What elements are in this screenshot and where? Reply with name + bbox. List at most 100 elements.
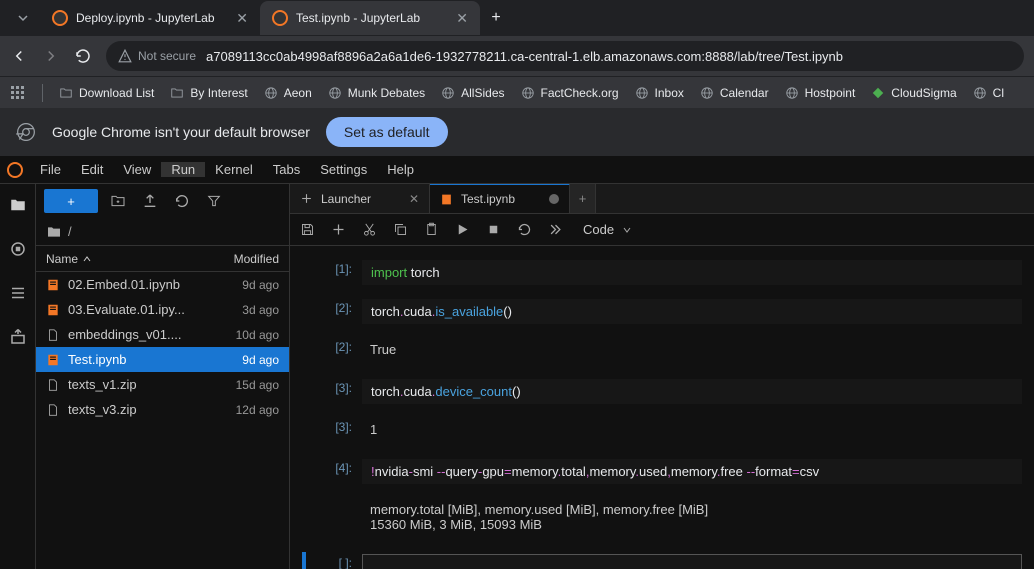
browser-tab-0[interactable]: Deploy.ipynb - JupyterLab✕ <box>40 1 260 35</box>
tab-icon <box>300 192 313 205</box>
url-input[interactable]: Not secure a7089113cc0ab4998af8896a2a6a1… <box>106 41 1024 71</box>
paste-button[interactable] <box>422 220 441 239</box>
file-name: 03.Evaluate.01.ipy... <box>68 302 215 317</box>
menu-edit[interactable]: Edit <box>71 162 113 177</box>
code-cell[interactable]: [1]:import torch <box>290 258 1034 287</box>
sort-by-modified[interactable]: Modified <box>209 246 289 271</box>
cell-body: memory.total [MiB], memory.used [MiB], m… <box>362 498 1022 536</box>
restart-button[interactable] <box>515 220 534 239</box>
security-label: Not secure <box>138 49 196 63</box>
address-bar: Not secure a7089113cc0ab4998af8896a2a6a1… <box>0 36 1034 76</box>
new-tab-button[interactable]: + <box>482 4 510 32</box>
chrome-icon <box>16 122 36 142</box>
toc-tab[interactable] <box>5 280 31 306</box>
bookmark-by-interest[interactable]: By Interest <box>170 86 247 100</box>
upload-button[interactable] <box>138 189 162 213</box>
folder-icon <box>170 86 184 100</box>
add-tab-button[interactable]: + <box>570 184 596 213</box>
bookmark-calendar[interactable]: Calendar <box>700 86 769 100</box>
bookmark-download-list[interactable]: Download List <box>59 86 154 100</box>
back-button[interactable] <box>10 47 28 65</box>
cell-body[interactable]: import torch <box>362 260 1022 285</box>
notebook-icon <box>46 353 62 367</box>
file-row[interactable]: Test.ipynb9d ago <box>36 347 289 372</box>
menu-kernel[interactable]: Kernel <box>205 162 263 177</box>
tab-search-dropdown[interactable] <box>8 3 38 33</box>
sort-by-name[interactable]: Name <box>36 246 209 271</box>
bookmark-factcheck-org[interactable]: FactCheck.org <box>521 86 619 100</box>
menu-settings[interactable]: Settings <box>310 162 377 177</box>
bookmark-cloudsigma[interactable]: CloudSigma <box>871 86 956 100</box>
bookmark-inbox[interactable]: Inbox <box>635 86 684 100</box>
menu-help[interactable]: Help <box>377 162 424 177</box>
copy-button[interactable] <box>391 220 410 239</box>
menu-run[interactable]: Run <box>161 162 205 177</box>
jupyter-logo[interactable] <box>0 162 30 178</box>
menu-tabs[interactable]: Tabs <box>263 162 310 177</box>
file-modified: 15d ago <box>215 378 279 392</box>
filter-button[interactable] <box>202 189 226 213</box>
cell-body[interactable]: torch.cuda.is_available() <box>362 299 1022 324</box>
doc-tab-test-ipynb[interactable]: Test.ipynb <box>430 184 570 213</box>
cell-body[interactable]: !nvidia-smi --query-gpu=memory.total,mem… <box>362 459 1022 484</box>
apps-button[interactable] <box>10 85 26 101</box>
document-tabs: Launcher✕ Test.ipynb + <box>290 184 1034 214</box>
extensions-tab[interactable] <box>5 324 31 350</box>
file-browser-tab[interactable] <box>5 192 31 218</box>
run-button[interactable] <box>453 220 472 239</box>
bookmark-allsides[interactable]: AllSides <box>441 86 504 100</box>
menu-file[interactable]: File <box>30 162 71 177</box>
file-name: texts_v1.zip <box>68 377 215 392</box>
restart-run-all-button[interactable] <box>546 220 565 239</box>
separator <box>42 84 43 102</box>
save-button[interactable] <box>298 220 317 239</box>
bookmark-hostpoint[interactable]: Hostpoint <box>785 86 856 100</box>
browser-tab-1[interactable]: Test.ipynb - JupyterLab✕ <box>260 1 480 35</box>
cell-prompt: [3]: <box>290 379 362 404</box>
close-icon[interactable]: ✕ <box>409 192 419 206</box>
reload-button[interactable] <box>74 47 92 65</box>
cell-body[interactable] <box>362 554 1022 569</box>
set-default-button[interactable]: Set as default <box>326 117 448 147</box>
doc-tab-launcher[interactable]: Launcher✕ <box>290 184 430 213</box>
file-row[interactable]: 02.Embed.01.ipynb9d ago <box>36 272 289 297</box>
file-row[interactable]: 03.Evaluate.01.ipy...3d ago <box>36 297 289 322</box>
close-tab-icon[interactable]: ✕ <box>456 10 468 27</box>
code-cell[interactable]: [ ]: <box>290 552 1034 569</box>
menu-bar: FileEditViewRunKernelTabsSettingsHelp <box>0 156 1034 184</box>
code-cell[interactable]: [4]:!nvidia-smi --query-gpu=memory.total… <box>290 457 1034 486</box>
security-chip[interactable]: Not secure <box>118 49 196 63</box>
file-row[interactable]: embeddings_v01....10d ago <box>36 322 289 347</box>
refresh-button[interactable] <box>170 189 194 213</box>
globe-icon <box>785 86 799 100</box>
cut-button[interactable] <box>360 220 379 239</box>
code-cell[interactable]: [2]:torch.cuda.is_available() <box>290 297 1034 326</box>
file-list: 02.Embed.01.ipynb9d ago03.Evaluate.01.ip… <box>36 272 289 569</box>
doc-tab-label: Test.ipynb <box>461 192 515 206</box>
activity-bar <box>0 184 36 569</box>
close-tab-icon[interactable]: ✕ <box>236 10 248 27</box>
bookmark-cl[interactable]: Cl <box>973 86 1004 100</box>
code-cell[interactable]: [3]:torch.cuda.device_count() <box>290 377 1034 406</box>
insert-cell-button[interactable] <box>329 220 348 239</box>
jupyter-favicon <box>272 10 288 26</box>
cell-body[interactable]: torch.cuda.device_count() <box>362 379 1022 404</box>
file-name: Test.ipynb <box>68 352 215 367</box>
menu-view[interactable]: View <box>113 162 161 177</box>
output-cell: memory.total [MiB], memory.used [MiB], m… <box>290 496 1034 538</box>
running-tab[interactable] <box>5 236 31 262</box>
new-folder-button[interactable] <box>106 189 130 213</box>
cell-type-select[interactable]: Code <box>577 222 638 237</box>
bookmark-aeon[interactable]: Aeon <box>264 86 312 100</box>
notebook-toolbar: Code <box>290 214 1034 246</box>
file-row[interactable]: texts_v1.zip15d ago <box>36 372 289 397</box>
forward-button[interactable] <box>42 47 60 65</box>
breadcrumb[interactable]: / <box>36 218 289 246</box>
file-icon <box>46 403 62 417</box>
file-row[interactable]: texts_v3.zip12d ago <box>36 397 289 422</box>
bookmark-munk-debates[interactable]: Munk Debates <box>328 86 425 100</box>
interrupt-button[interactable] <box>484 220 503 239</box>
new-launcher-button[interactable]: + <box>44 189 98 213</box>
globe-icon <box>700 86 714 100</box>
notebook-icon <box>46 303 62 317</box>
